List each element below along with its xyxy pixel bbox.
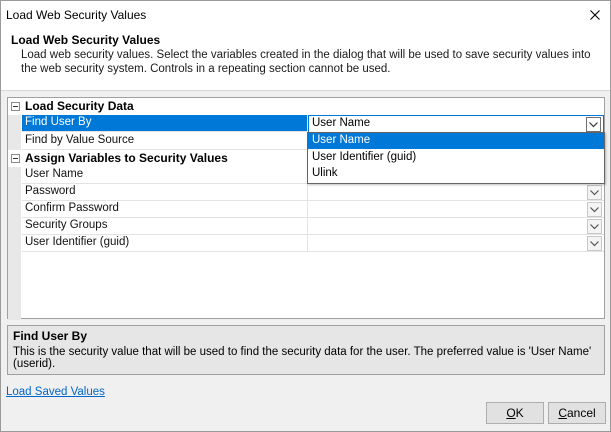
property-name[interactable]: Security Groups <box>22 218 308 235</box>
collapse-icon[interactable] <box>11 154 20 163</box>
property-name[interactable]: Confirm Password <box>22 201 308 218</box>
help-text: This is the security value that will be … <box>13 346 592 370</box>
ok-accelerator: O <box>506 406 516 420</box>
property-value[interactable] <box>308 218 604 235</box>
header-title: Load Web Security Values <box>11 33 161 47</box>
cancel-button[interactable]: Cancel <box>548 402 606 424</box>
header-description: Load web security values. Select the var… <box>21 49 591 75</box>
chevron-down-icon <box>589 121 598 127</box>
find-user-by-dropdown-list: User Name User Identifier (guid) Ulink <box>307 132 605 184</box>
property-name[interactable]: Find by Value Source <box>22 133 308 150</box>
cancel-label-rest: ancel <box>566 406 596 420</box>
load-saved-values-link[interactable]: Load Saved Values <box>6 386 105 398</box>
dialog-window: Load Web Security Values Load Web Securi… <box>0 0 611 432</box>
property-name[interactable]: User Identifier (guid) <box>22 235 308 252</box>
property-name[interactable]: User Name <box>22 167 308 184</box>
property-value[interactable] <box>308 184 604 201</box>
dropdown-button[interactable] <box>586 117 601 132</box>
header-panel: Load Web Security Values Load web securi… <box>1 29 610 91</box>
dropdown-button[interactable] <box>587 236 602 251</box>
collapse-icon[interactable] <box>11 102 20 111</box>
dropdown-option[interactable]: User Name <box>308 133 604 149</box>
help-title: Find User By <box>13 329 88 343</box>
category-label: Assign Variables to Security Values <box>25 151 228 165</box>
dropdown-option[interactable]: User Identifier (guid) <box>308 150 604 166</box>
close-button[interactable] <box>586 6 604 24</box>
property-name[interactable]: Password <box>22 184 308 201</box>
chevron-down-icon <box>590 223 599 229</box>
property-row-confirm-password[interactable]: Confirm Password <box>8 201 604 218</box>
chevron-down-icon <box>590 206 599 212</box>
property-row-security-groups[interactable]: Security Groups <box>8 218 604 235</box>
find-user-by-select[interactable]: User Name <box>308 115 604 133</box>
ok-button[interactable]: OK <box>486 402 544 424</box>
ok-label-rest: K <box>515 406 524 420</box>
dropdown-button[interactable] <box>587 202 602 217</box>
dropdown-button[interactable] <box>587 185 602 200</box>
property-grid: Load Security Data Find User By User Nam… <box>7 97 605 320</box>
cancel-accelerator: C <box>558 406 567 420</box>
title-bar: Load Web Security Values <box>1 1 610 29</box>
chevron-down-icon <box>590 240 599 246</box>
dropdown-button[interactable] <box>587 219 602 234</box>
chevron-down-icon <box>590 189 599 195</box>
select-value: User Name <box>312 117 371 129</box>
property-value[interactable] <box>308 235 604 252</box>
close-icon <box>590 10 600 20</box>
property-row-user-identifier[interactable]: User Identifier (guid) <box>8 235 604 252</box>
window-title: Load Web Security Values <box>6 8 147 22</box>
category-label: Load Security Data <box>25 99 134 113</box>
dropdown-option[interactable]: Ulink <box>308 166 604 182</box>
property-row-find-user-by[interactable]: Find User By User Name <box>8 115 604 133</box>
property-row-password[interactable]: Password <box>8 184 604 201</box>
property-name[interactable]: Find User By <box>22 115 308 132</box>
property-value[interactable] <box>308 201 604 218</box>
category-load-security-data: Load Security Data <box>8 98 604 115</box>
help-panel: Find User By This is the security value … <box>7 325 605 375</box>
